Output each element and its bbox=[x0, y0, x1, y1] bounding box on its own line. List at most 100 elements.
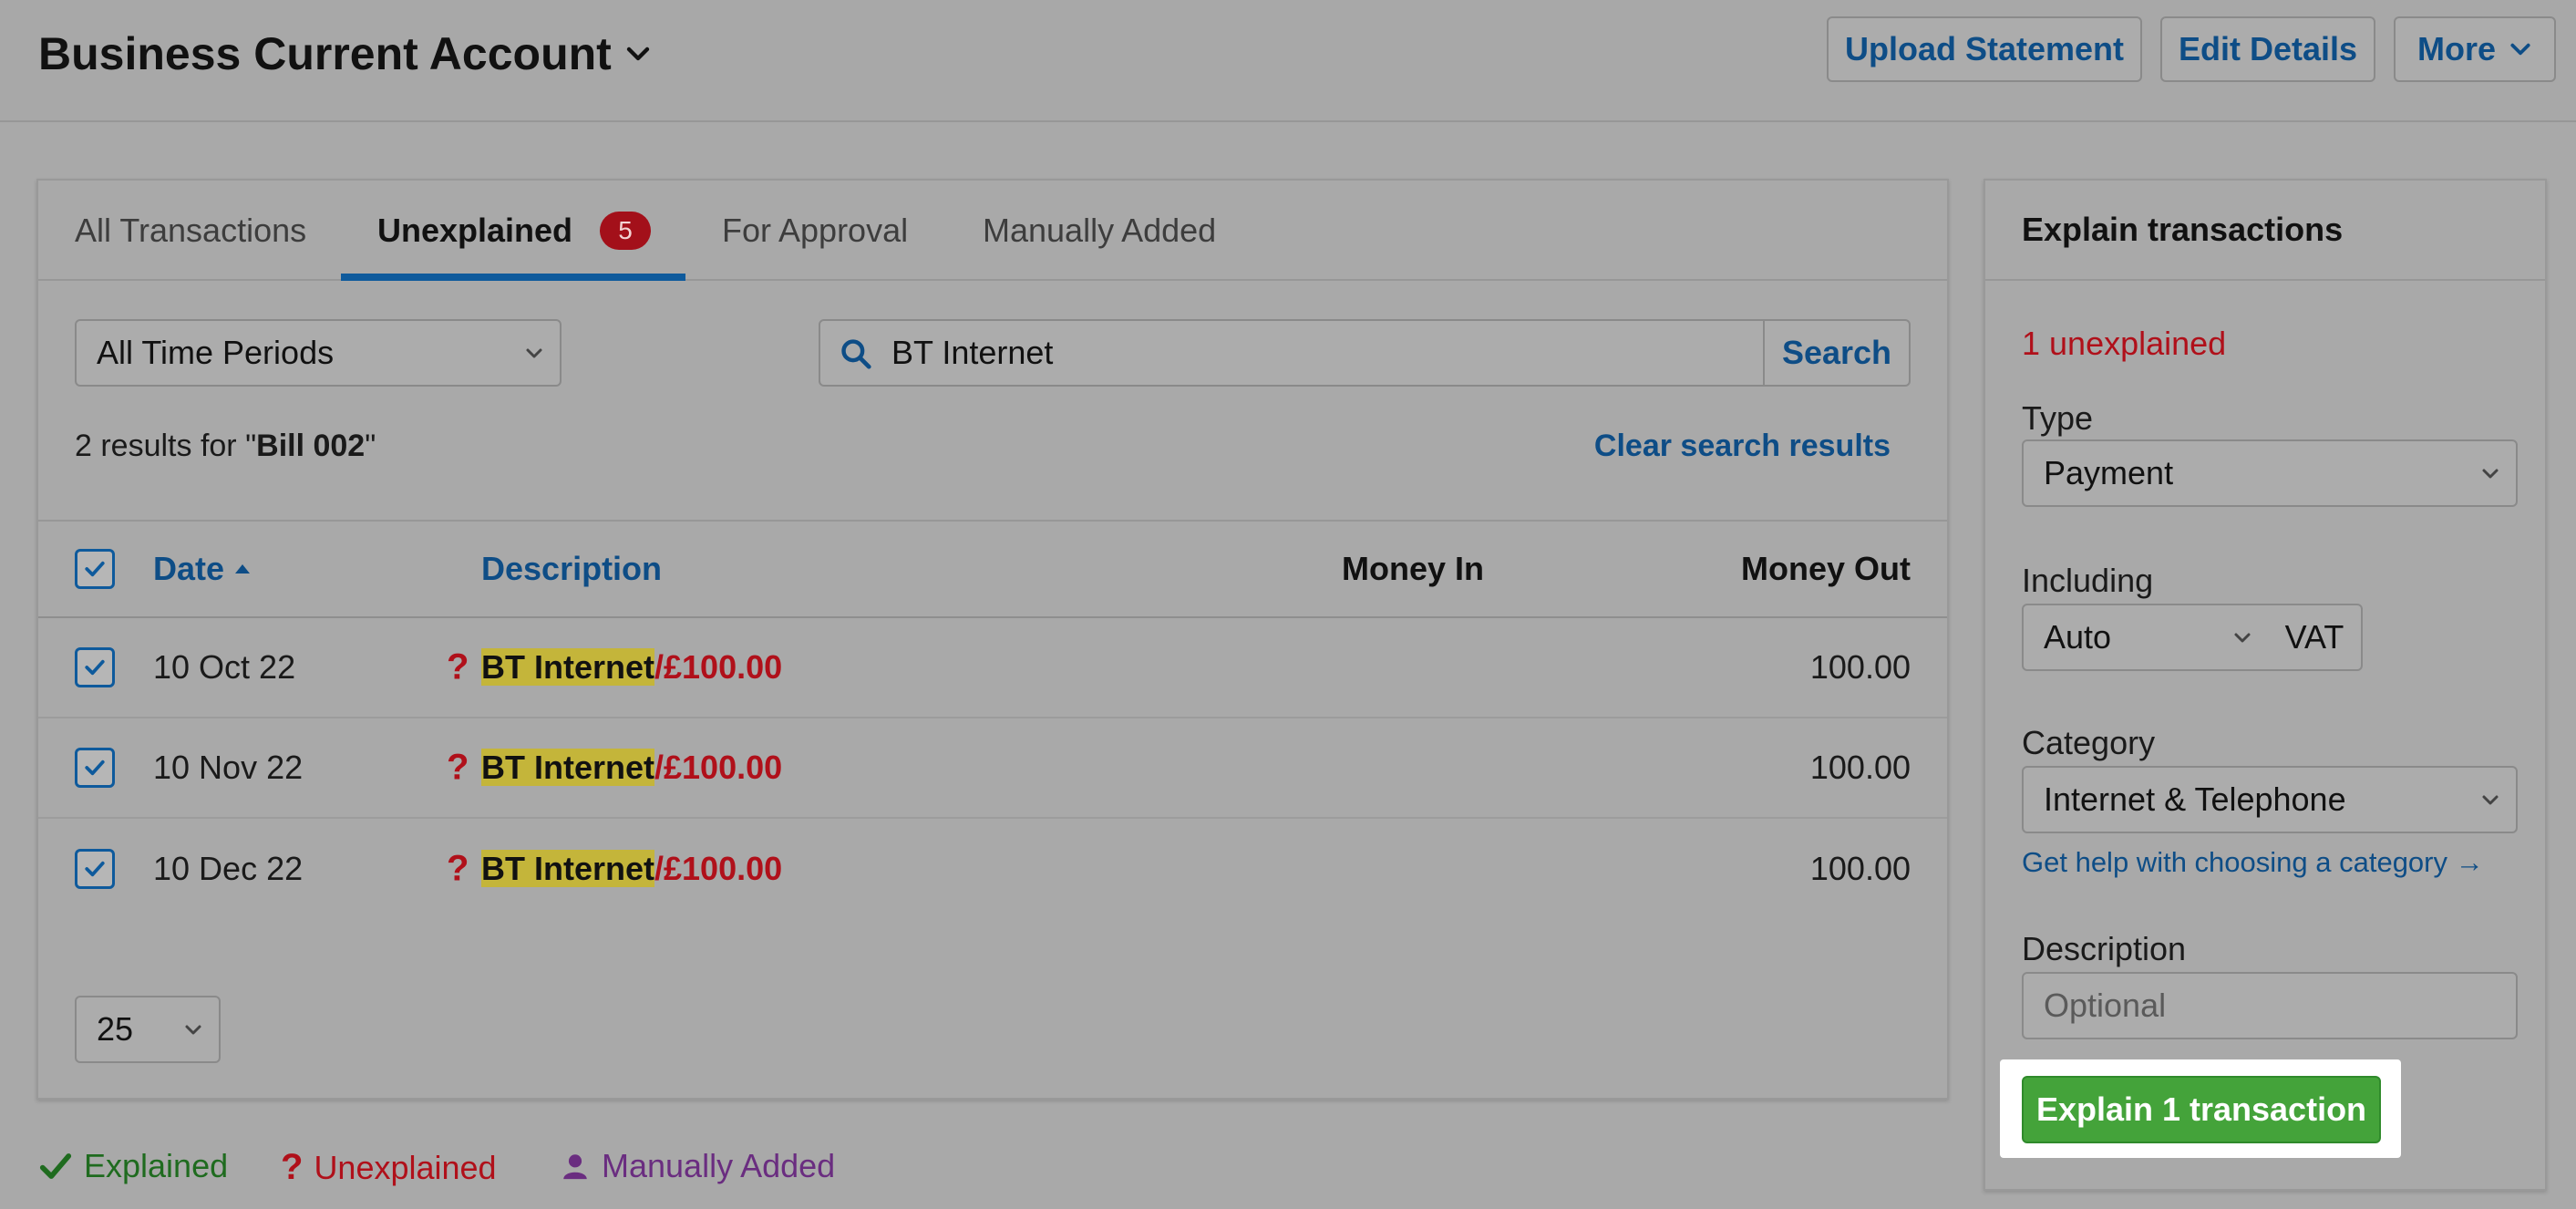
row-date: 10 Nov 22 bbox=[153, 749, 304, 786]
row-amount: /£100.00 bbox=[654, 850, 783, 887]
more-label: More bbox=[2416, 30, 2496, 67]
type-value: Payment bbox=[2044, 454, 2174, 491]
search-input[interactable]: BT Internet bbox=[891, 321, 1053, 385]
account-switcher[interactable]: Business Current Account bbox=[38, 27, 652, 80]
tab-unexplained[interactable]: Unexplained 5 bbox=[377, 181, 652, 281]
category-label: Category bbox=[2022, 724, 2156, 761]
explain-panel-title: Explain transactions bbox=[1985, 181, 2545, 281]
select-all-checkbox[interactable] bbox=[75, 549, 115, 589]
row-description[interactable]: BT Internet/£100.00 bbox=[481, 850, 782, 888]
search-results-summary: 2 results for "Bill 002" bbox=[75, 429, 376, 464]
row-date: 10 Dec 22 bbox=[153, 850, 304, 887]
legend-unexplained-label: Unexplained bbox=[314, 1148, 497, 1186]
page-size-value: 25 bbox=[97, 1010, 134, 1048]
date-column-label: Date bbox=[153, 550, 225, 587]
legend-manually-added-label: Manually Added bbox=[602, 1147, 836, 1184]
question-mark-icon: ? bbox=[281, 1147, 304, 1187]
chevron-down-icon bbox=[2482, 469, 2499, 479]
money-out-column-header: Money Out bbox=[1741, 550, 1911, 587]
unexplained-count-text: 1 unexplained bbox=[2022, 325, 2227, 362]
tab-label: Manually Added bbox=[983, 212, 1217, 249]
row-money-out: 100.00 bbox=[1809, 648, 1911, 686]
tab-label: For Approval bbox=[722, 212, 909, 249]
chevron-down-icon bbox=[626, 46, 649, 61]
chevron-down-icon bbox=[2234, 633, 2251, 643]
person-icon bbox=[563, 1154, 587, 1180]
table-row[interactable]: 10 Oct 22 ? BT Internet/£100.00 100.00 bbox=[38, 618, 1947, 718]
table-row[interactable]: 10 Nov 22 ? BT Internet/£100.00 100.00 bbox=[38, 718, 1947, 819]
chevron-down-icon bbox=[526, 348, 542, 358]
description-input[interactable]: Optional bbox=[2022, 972, 2518, 1039]
edit-details-label: Edit Details bbox=[2178, 30, 2358, 67]
unexplained-count-badge: 5 bbox=[600, 212, 652, 250]
results-prefix: 2 results for " bbox=[75, 429, 257, 463]
table-header: Date Description Money In Money Out bbox=[38, 520, 1947, 618]
clear-search-results-link[interactable]: Clear search results bbox=[1594, 429, 1891, 464]
including-label: Including bbox=[2022, 562, 2154, 599]
category-help-link[interactable]: Get help with choosing a category → bbox=[2022, 846, 2484, 879]
explain-button-highlight: Explain 1 transaction bbox=[2000, 1059, 2401, 1158]
transaction-tabs: All Transactions Unexplained 5 For Appro… bbox=[38, 181, 1947, 281]
legend-explained-label: Explained bbox=[84, 1147, 229, 1184]
tab-label: Unexplained bbox=[377, 212, 573, 249]
row-description[interactable]: BT Internet/£100.00 bbox=[481, 648, 782, 687]
tab-for-approval[interactable]: For Approval bbox=[722, 181, 908, 281]
check-icon bbox=[85, 561, 105, 577]
row-amount: /£100.00 bbox=[654, 749, 783, 786]
row-checkbox[interactable] bbox=[75, 748, 115, 788]
upload-statement-button[interactable]: Upload Statement bbox=[1827, 16, 2142, 82]
time-period-select[interactable]: All Time Periods bbox=[75, 319, 562, 387]
payee-highlight: BT Internet bbox=[481, 850, 655, 887]
results-query: Bill 002 bbox=[256, 429, 366, 463]
search-button[interactable]: Search bbox=[1763, 321, 1909, 385]
check-icon bbox=[85, 760, 105, 776]
unexplained-status-icon: ? bbox=[447, 646, 469, 687]
edit-details-button[interactable]: Edit Details bbox=[2160, 16, 2375, 82]
row-amount: /£100.00 bbox=[654, 648, 783, 686]
row-checkbox[interactable] bbox=[75, 647, 115, 687]
upload-statement-label: Upload Statement bbox=[1844, 30, 2125, 67]
table-row[interactable]: 10 Dec 22 ? BT Internet/£100.00 100.00 bbox=[38, 819, 1947, 919]
row-checkbox[interactable] bbox=[75, 849, 115, 889]
legend-manually-added: Manually Added bbox=[560, 1147, 835, 1185]
unexplained-status-icon: ? bbox=[447, 747, 469, 788]
results-suffix: " bbox=[365, 429, 376, 463]
account-header: Business Current Account Upload Statemen… bbox=[0, 0, 2576, 122]
time-period-value: All Time Periods bbox=[97, 334, 335, 371]
explain-transaction-button[interactable]: Explain 1 transaction bbox=[2022, 1076, 2381, 1143]
legend-explained: Explained bbox=[38, 1147, 228, 1185]
tab-label: All Transactions bbox=[75, 212, 307, 249]
active-tab-indicator bbox=[341, 274, 685, 281]
account-title: Business Current Account bbox=[38, 28, 612, 79]
chevron-down-icon bbox=[2482, 795, 2499, 805]
payee-highlight: BT Internet bbox=[481, 648, 655, 686]
unexplained-status-icon: ? bbox=[447, 848, 469, 889]
check-icon bbox=[85, 861, 105, 877]
category-select[interactable]: Internet & Telephone bbox=[2022, 766, 2518, 833]
row-money-out: 100.00 bbox=[1809, 850, 1911, 887]
tab-manually-added[interactable]: Manually Added bbox=[983, 181, 1216, 281]
explain-button-label: Explain 1 transaction bbox=[2035, 1090, 2367, 1128]
tab-all-transactions[interactable]: All Transactions bbox=[75, 181, 306, 281]
check-icon bbox=[85, 659, 105, 676]
page-size-select[interactable]: 25 bbox=[75, 996, 221, 1063]
money-in-column-header: Money In bbox=[1342, 550, 1485, 587]
search-button-label: Search bbox=[1781, 334, 1892, 371]
type-select[interactable]: Payment bbox=[2022, 439, 2518, 507]
row-date: 10 Oct 22 bbox=[153, 648, 296, 686]
including-select[interactable]: Auto bbox=[2022, 604, 2270, 671]
more-button[interactable]: More bbox=[2394, 16, 2556, 82]
transactions-panel: All Transactions Unexplained 5 For Appro… bbox=[36, 179, 1949, 1100]
row-money-out: 100.00 bbox=[1809, 749, 1911, 786]
payee-highlight: BT Internet bbox=[481, 749, 655, 786]
description-column-header[interactable]: Description bbox=[481, 550, 662, 588]
description-label: Description bbox=[2022, 930, 2187, 967]
date-column-sort[interactable]: Date bbox=[153, 550, 253, 588]
checkmark-icon bbox=[39, 1153, 72, 1179]
chevron-down-icon bbox=[185, 1025, 201, 1035]
vat-addon: VAT bbox=[2268, 604, 2363, 671]
type-label: Type bbox=[2022, 399, 2094, 437]
search-box: BT Internet Search bbox=[819, 319, 1911, 387]
row-description[interactable]: BT Internet/£100.00 bbox=[481, 749, 782, 787]
legend-unexplained: ? Unexplained bbox=[281, 1147, 497, 1188]
